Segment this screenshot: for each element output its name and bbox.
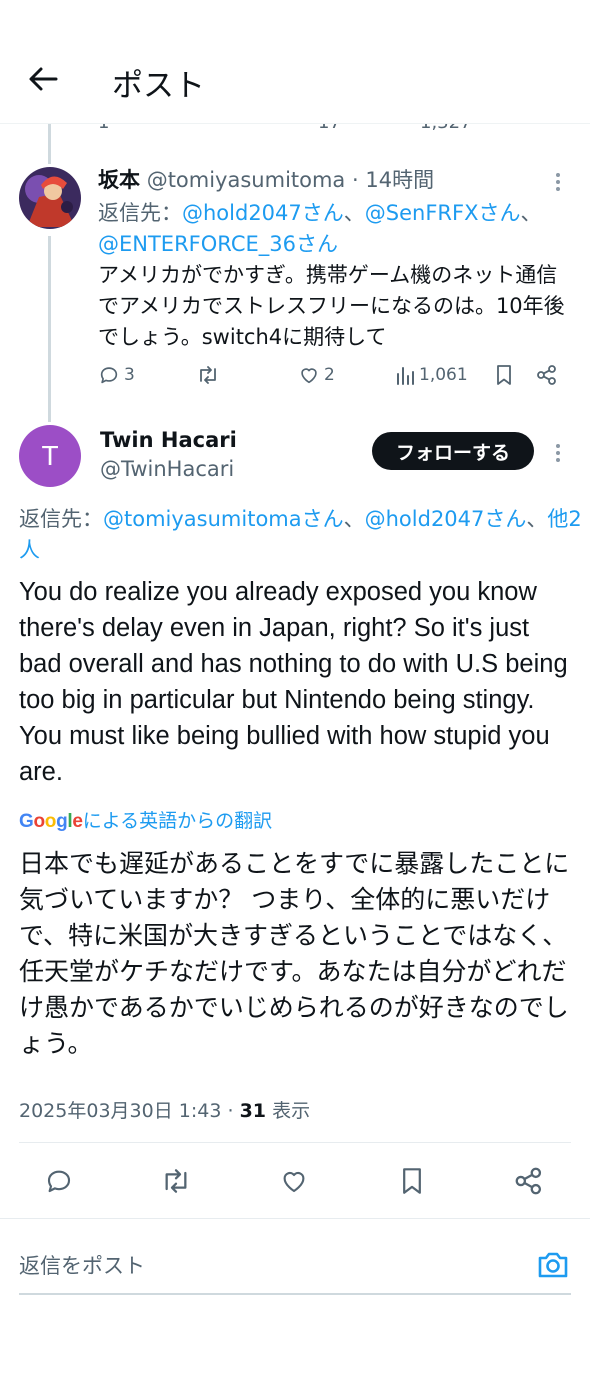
share-button[interactable] (536, 364, 558, 386)
like-icon (301, 368, 317, 384)
reply-count[interactable]: 1 (98, 124, 109, 133)
reply-actions: 3 2 1,061 (98, 364, 568, 394)
more-icon[interactable] (550, 170, 566, 194)
avatar[interactable]: T (19, 425, 81, 487)
mention-link[interactable]: @hold2047さん (365, 507, 527, 531)
like-count: 2 (324, 365, 335, 385)
divider (0, 1218, 590, 1219)
mention-separator: 、 (520, 201, 542, 225)
translation-attribution[interactable]: Googleによる英語からの翻訳 (19, 806, 272, 833)
retweet-icon[interactable] (159, 1164, 193, 1198)
reply-to-prefix: 返信先： (19, 507, 103, 531)
reply-button[interactable]: 3 (98, 364, 135, 386)
google-logo: Google (19, 811, 83, 832)
reply-input[interactable]: 返信をポスト (19, 1250, 145, 1280)
views-label: 表示 (272, 1100, 311, 1122)
translation-label: による英語からの翻訳 (82, 810, 273, 832)
bookmark-icon[interactable] (395, 1164, 429, 1198)
reply-to-line: 返信先：@tomiyasumitomaさん、@hold2047さん、他2人 (19, 504, 590, 566)
bookmark-button[interactable] (494, 364, 514, 386)
previous-post-actions: 1 17 1,327 (0, 124, 590, 138)
mention-separator: 、 (526, 507, 548, 531)
timestamp[interactable]: 14時間 (365, 168, 434, 192)
mention-link[interactable]: @hold2047さん (182, 201, 344, 225)
post-body: You do realize you already exposed you k… (19, 578, 568, 786)
bookmark-icon (497, 365, 511, 385)
camera-icon[interactable] (536, 1250, 570, 1280)
reply-body: アメリカがでかすぎ。携帯ゲーム機のネット通信でアメリカでストレスフリーになるのは… (98, 263, 565, 349)
post-actions (0, 1160, 590, 1204)
avatar-letter: T (41, 440, 59, 471)
divider (19, 1142, 571, 1143)
page-title: ポスト (112, 68, 205, 104)
like-button[interactable]: 2 (298, 364, 335, 386)
display-name[interactable]: 坂本 (98, 168, 140, 192)
view-count: 1,061 (419, 365, 468, 385)
handle[interactable]: @tomiyasumitoma (147, 168, 346, 192)
translated-body: 日本でも遅延があることをすでに暴露したことに気づいていますか？ つまり、全体的に… (19, 849, 570, 1058)
views-count: 31 (239, 1100, 267, 1122)
mention-link[interactable]: @SenFRFXさん (365, 201, 521, 225)
like-count[interactable]: 17 (318, 124, 341, 133)
display-name[interactable]: Twin Hacari (100, 428, 237, 452)
retweet-button[interactable] (196, 364, 220, 386)
separator: · (352, 168, 359, 192)
mention-link[interactable]: @tomiyasumitomaさん (103, 507, 344, 531)
thread-line (48, 124, 51, 164)
mention-separator: 、 (343, 201, 365, 225)
reply-icon[interactable] (42, 1164, 76, 1198)
back-arrow-icon[interactable] (26, 62, 60, 96)
avatar[interactable] (19, 167, 81, 229)
meta-separator: · (227, 1100, 234, 1122)
more-icon[interactable] (550, 441, 566, 465)
thread-line (48, 236, 51, 422)
share-icon[interactable] (512, 1164, 546, 1198)
follow-button[interactable]: フォローする (372, 432, 534, 470)
like-icon[interactable] (277, 1164, 311, 1198)
view-count[interactable]: 1,327 (420, 124, 472, 133)
mention-link[interactable]: @ENTERFORCE_36さん (98, 232, 338, 256)
top-bar: ポスト (0, 0, 590, 124)
handle[interactable]: @TwinHacari (100, 457, 234, 481)
reply-to-line: 返信先：@hold2047さん、@SenFRFXさん、 @ENTERFORCE_3… (98, 198, 568, 260)
input-underline (19, 1293, 571, 1295)
views-button[interactable]: 1,061 (395, 364, 468, 386)
post-meta: 2025年03月30日 1:43 · 31 表示 (19, 1096, 310, 1123)
reply-to-prefix: 返信先： (98, 201, 182, 225)
reply-count: 3 (124, 365, 135, 385)
share-icon (537, 365, 556, 385)
retweet-icon (200, 366, 216, 384)
mention-separator: 、 (343, 507, 365, 531)
views-icon (397, 367, 414, 385)
reply-header: 坂本 @tomiyasumitoma · 14時間 (98, 164, 434, 194)
reply-icon (100, 367, 118, 384)
post-timestamp[interactable]: 2025年03月30日 1:43 (19, 1100, 221, 1122)
